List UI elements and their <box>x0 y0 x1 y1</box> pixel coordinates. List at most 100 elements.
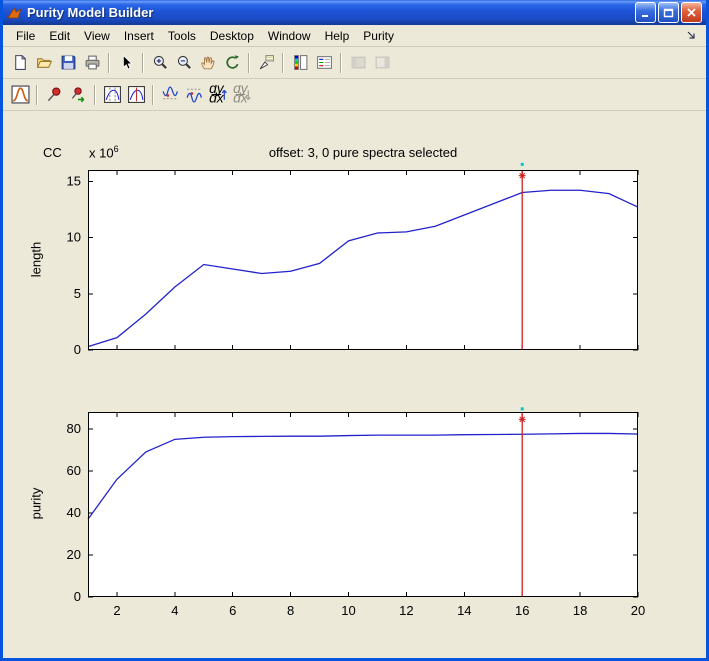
pushpin-export-icon <box>71 86 85 102</box>
pan-button[interactable] <box>196 51 220 75</box>
svg-text:5: 5 <box>74 286 81 301</box>
hide-plot-tools-button[interactable] <box>346 51 370 75</box>
toolbar-separator <box>152 84 154 105</box>
svg-text:80: 80 <box>67 421 81 436</box>
minimize-icon <box>642 15 648 17</box>
svg-text:4: 4 <box>171 603 178 618</box>
select-x-point-button[interactable] <box>124 83 148 107</box>
toolbar-separator <box>248 52 250 73</box>
svg-text:0: 0 <box>74 589 81 604</box>
insert-legend-button[interactable] <box>312 51 336 75</box>
menu-item-file[interactable]: File <box>9 26 42 46</box>
pointer-arrow-icon <box>122 54 133 70</box>
svg-text:12: 12 <box>399 603 413 618</box>
edit-plot-button[interactable] <box>114 51 138 75</box>
menu-item-insert[interactable]: Insert <box>117 26 161 46</box>
cc-label: CC <box>43 145 62 160</box>
select-x-range-button[interactable] <box>100 83 124 107</box>
maximize-button[interactable] <box>658 2 679 23</box>
min-wave-icon <box>162 86 178 100</box>
zoom-out-button[interactable] <box>172 51 196 75</box>
svg-text:14: 14 <box>457 603 471 618</box>
svg-text:10: 10 <box>341 603 355 618</box>
svg-text:18: 18 <box>573 603 587 618</box>
print-button[interactable] <box>80 51 104 75</box>
svg-text:8: 8 <box>287 603 294 618</box>
menu-item-edit[interactable]: Edit <box>42 26 77 46</box>
toolbar-separator <box>108 52 110 73</box>
menu-item-tools[interactable]: Tools <box>161 26 203 46</box>
rotate-3d-button[interactable] <box>220 51 244 75</box>
maximize-icon <box>663 8 674 18</box>
hide-plot-tools-icon <box>351 56 365 69</box>
dock-arrow-icon <box>687 31 695 39</box>
select-range-icon <box>103 86 121 103</box>
toolbar-separator <box>282 52 284 73</box>
menu-item-purity[interactable]: Purity <box>356 26 401 46</box>
save-floppy-icon <box>61 55 75 70</box>
export-pin-button[interactable] <box>66 83 90 107</box>
menu-item-view[interactable]: View <box>77 26 117 46</box>
svg-text:2: 2 <box>113 603 120 618</box>
svg-text:6: 6 <box>229 603 236 618</box>
svg-text:40: 40 <box>67 505 81 520</box>
insert-colorbar-button[interactable] <box>288 51 312 75</box>
svg-text:20: 20 <box>67 547 81 562</box>
show-plot-tools-button[interactable] <box>370 51 394 75</box>
window-controls <box>635 2 702 23</box>
derivative-alt-button[interactable]: dy dx <box>230 83 254 107</box>
colorbar-icon <box>293 55 307 70</box>
matlab-app-icon <box>7 5 23 21</box>
hand-icon <box>200 56 215 70</box>
length-plot[interactable]: 0 5 10 15 <box>67 162 639 357</box>
minimize-button[interactable] <box>635 2 656 23</box>
purity-axis-label: purity <box>28 487 44 520</box>
new-file-button[interactable] <box>8 51 32 75</box>
svg-text:20: 20 <box>631 603 645 618</box>
purity-plot[interactable]: 2 4 6 8 10 12 14 16 18 20 0 20 40 60 80 <box>67 407 645 618</box>
svg-text:15: 15 <box>67 173 81 188</box>
main-toolbar <box>3 47 706 79</box>
purity-toolbar: dy dx dy dx <box>3 79 706 111</box>
derivative-button[interactable]: dy dx <box>206 83 230 107</box>
data-cursor-icon <box>259 55 274 70</box>
dock-figure-button[interactable] <box>682 27 700 45</box>
local-max-button[interactable] <box>182 83 206 107</box>
zoom-in-icon <box>153 55 167 69</box>
new-document-icon <box>14 55 26 70</box>
data-cursor-button[interactable] <box>254 51 278 75</box>
save-button[interactable] <box>56 51 80 75</box>
set-pin-button[interactable] <box>42 83 66 107</box>
menu-item-help[interactable]: Help <box>318 26 357 46</box>
purity-plot-button[interactable] <box>8 83 32 107</box>
local-min-button[interactable] <box>158 83 182 107</box>
printer-icon <box>85 55 99 70</box>
close-icon <box>687 8 696 17</box>
title-bar[interactable]: Purity Model Builder <box>3 0 706 25</box>
pushpin-icon <box>47 86 61 101</box>
menu-bar: File Edit View Insert Tools Desktop Wind… <box>3 25 706 47</box>
select-point-icon <box>127 86 145 103</box>
toolbar-separator <box>36 84 38 105</box>
svg-text:0: 0 <box>74 342 81 357</box>
toolbar-separator <box>94 84 96 105</box>
toolbar-separator <box>142 52 144 73</box>
menu-item-desktop[interactable]: Desktop <box>203 26 261 46</box>
plot-title: offset: 3, 0 pure spectra selected <box>268 145 458 160</box>
open-file-button[interactable] <box>32 51 56 75</box>
max-wave-icon <box>186 88 202 103</box>
svg-text:16: 16 <box>515 603 529 618</box>
zoom-in-button[interactable] <box>148 51 172 75</box>
legend-icon <box>316 56 332 69</box>
figure-canvas: CC x 106 offset: 3, 0 pure spectra selec… <box>3 111 706 658</box>
open-folder-icon <box>36 58 52 68</box>
close-button[interactable] <box>681 2 702 23</box>
rotate-3d-icon <box>225 55 239 69</box>
toolbar-separator <box>340 52 342 73</box>
show-plot-tools-icon <box>375 56 389 69</box>
menu-item-window[interactable]: Window <box>261 26 318 46</box>
derivative-icon: dydx <box>209 85 227 104</box>
svg-text:10: 10 <box>67 230 81 245</box>
length-axis-label: length <box>28 241 44 278</box>
window-title: Purity Model Builder <box>27 5 154 20</box>
